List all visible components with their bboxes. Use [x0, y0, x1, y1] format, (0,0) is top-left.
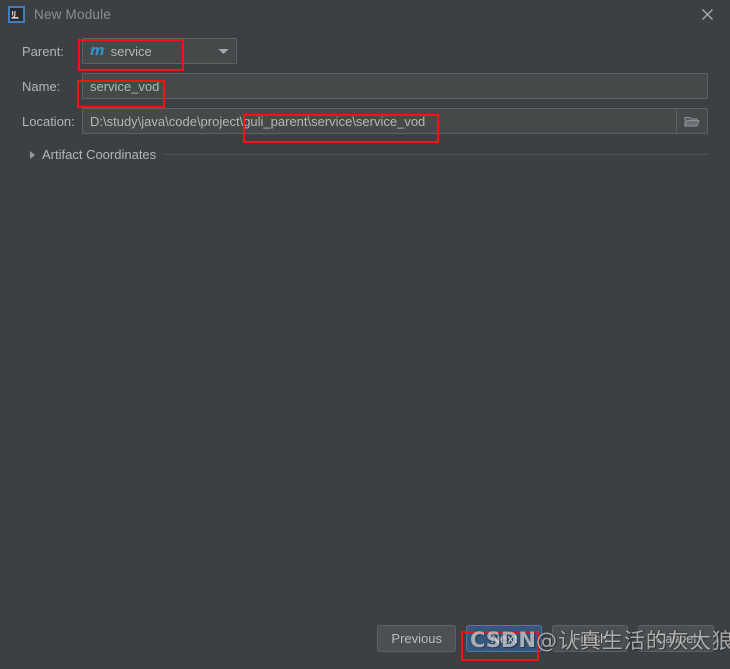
parent-combo-text: service [110, 43, 152, 59]
finish-button[interactable]: Finish [552, 624, 628, 652]
folder-icon[interactable] [676, 108, 708, 134]
next-button[interactable]: Next [466, 624, 542, 652]
parent-combo-value: m service [83, 44, 210, 59]
parent-row: Parent: m service [22, 38, 708, 64]
location-input[interactable]: D:\study\java\code\project\guli_parent\s… [82, 108, 676, 134]
location-row: Location: D:\study\java\code\project\gul… [22, 108, 708, 134]
maven-module-icon: m [90, 43, 105, 59]
title-bar: IJ New Module [0, 0, 730, 29]
location-label: Location: [22, 113, 75, 129]
intellij-idea-icon: IJ [8, 6, 25, 23]
name-label: Name: [22, 78, 61, 94]
new-module-form: Parent: m service Name: service_vod Loca… [0, 29, 730, 162]
name-row: Name: service_vod [22, 73, 708, 99]
close-icon[interactable] [684, 0, 730, 29]
dialog-footer: Previous Next Finish Cancel [0, 617, 730, 669]
chevron-down-icon[interactable] [210, 48, 236, 55]
artifact-coordinates-section[interactable]: Artifact Coordinates [22, 147, 708, 162]
window-title: New Module [34, 7, 112, 22]
section-divider [163, 154, 708, 155]
previous-button[interactable]: Previous [377, 624, 456, 652]
name-input[interactable]: service_vod [82, 73, 708, 99]
parent-label: Parent: [22, 43, 64, 59]
triangle-right-icon[interactable] [30, 150, 35, 159]
svg-text:IJ: IJ [12, 11, 16, 18]
artifact-coordinates-label: Artifact Coordinates [42, 147, 157, 162]
cancel-button[interactable]: Cancel [638, 624, 714, 652]
parent-combo[interactable]: m service [82, 38, 237, 64]
